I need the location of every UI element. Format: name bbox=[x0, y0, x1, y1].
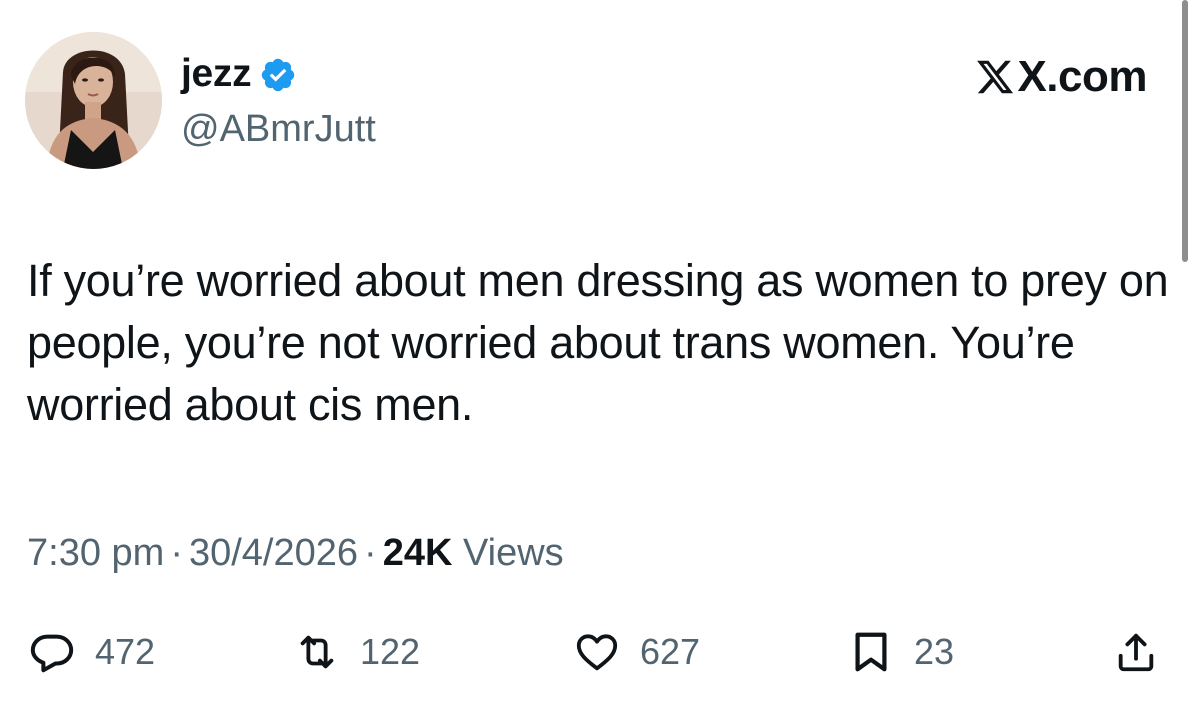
like-count: 627 bbox=[640, 631, 701, 672]
tweet-card: jezz @ABmrJutt X.com If you’re worried a… bbox=[0, 0, 1199, 705]
action-bar: 472 122 627 23 bbox=[0, 622, 1199, 682]
tweet-time[interactable]: 7:30 pm bbox=[27, 532, 164, 574]
views-count: 24K bbox=[382, 532, 453, 574]
display-name[interactable]: jezz bbox=[181, 52, 252, 96]
meta-separator: · bbox=[364, 532, 377, 574]
verified-badge-icon bbox=[259, 56, 297, 94]
avatar-image bbox=[25, 32, 162, 169]
x-logo-icon bbox=[975, 57, 1015, 97]
brand-label: X.com bbox=[1017, 52, 1147, 101]
reply-count: 472 bbox=[95, 631, 156, 672]
bookmark-button[interactable]: 23 bbox=[848, 622, 954, 682]
reply-button[interactable]: 472 bbox=[29, 622, 155, 682]
heart-icon bbox=[574, 629, 620, 675]
repost-button[interactable]: 122 bbox=[294, 622, 420, 682]
share-button[interactable] bbox=[1113, 622, 1159, 682]
like-button[interactable]: 627 bbox=[574, 622, 700, 682]
avatar[interactable] bbox=[25, 32, 162, 169]
bookmark-count: 23 bbox=[914, 631, 955, 672]
scrollbar[interactable] bbox=[1182, 0, 1188, 262]
repost-icon bbox=[294, 629, 340, 675]
views-label: Views bbox=[462, 532, 564, 574]
author-name-row: jezz bbox=[181, 52, 297, 96]
brand: X.com bbox=[975, 52, 1147, 102]
share-icon bbox=[1113, 629, 1159, 675]
tweet-date[interactable]: 30/4/2026 bbox=[189, 532, 358, 574]
meta-separator: · bbox=[170, 532, 183, 574]
reply-icon bbox=[29, 629, 75, 675]
tweet-text: If you’re worried about men dressing as … bbox=[27, 255, 1169, 430]
author-handle[interactable]: @ABmrJutt bbox=[181, 107, 376, 151]
repost-count: 122 bbox=[360, 631, 421, 672]
tweet-meta: 7:30 pm · 30/4/2026 · 24K Views bbox=[27, 528, 564, 578]
bookmark-icon bbox=[848, 629, 894, 675]
